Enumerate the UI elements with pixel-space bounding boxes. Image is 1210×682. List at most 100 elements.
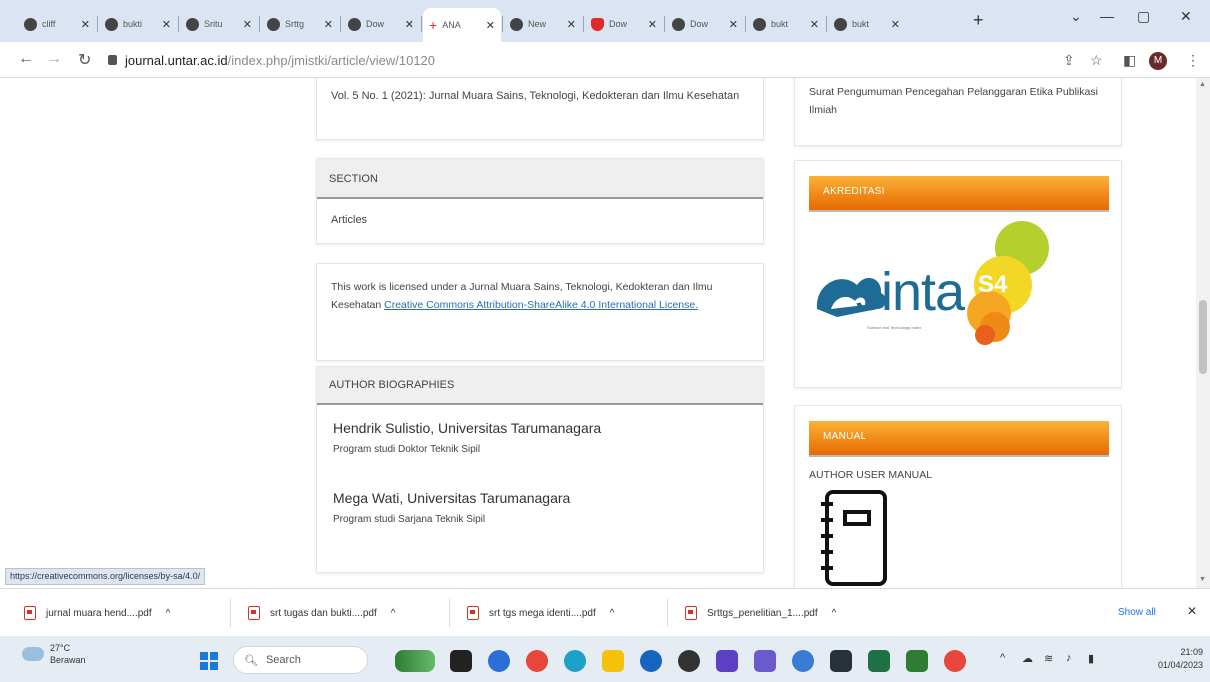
browser-tab[interactable]: cliff ✕ (18, 9, 96, 39)
download-item[interactable]: Srttgs_penelitian_1....pdf ^ (685, 601, 836, 625)
browser-tab[interactable]: bukt ✕ (747, 9, 825, 39)
taskbar-app-icon[interactable] (906, 650, 928, 672)
tab-divider (583, 16, 584, 32)
profile-avatar[interactable]: M (1149, 52, 1167, 70)
chevron-up-icon[interactable]: ^ (391, 608, 396, 619)
close-tab-icon[interactable]: ✕ (81, 18, 90, 31)
author-bios-heading: AUTHOR BIOGRAPHIES (317, 367, 763, 405)
download-filename: srt tugas dan bukti....pdf (270, 607, 377, 619)
back-icon[interactable]: ← (18, 50, 34, 68)
license-link[interactable]: Creative Commons Attribution-ShareAlike … (384, 299, 698, 311)
taskbar-app-icon[interactable] (716, 650, 738, 672)
notebook-icon[interactable] (819, 490, 889, 588)
globe-icon (105, 17, 118, 31)
taskbar-app-icon[interactable] (395, 650, 435, 672)
tab-divider (259, 16, 260, 32)
search-icon: 🔍︎ (244, 654, 258, 667)
page-scrollbar[interactable]: ▲ ▼ (1196, 78, 1210, 588)
side-panel-icon[interactable]: ◧ (1123, 52, 1136, 69)
close-tab-icon[interactable]: ✕ (243, 18, 252, 31)
taskbar-app-icon[interactable] (488, 650, 510, 672)
forward-icon[interactable]: → (46, 50, 62, 68)
download-item[interactable]: srt tgs mega identi....pdf ^ (467, 601, 614, 625)
battery-icon[interactable]: ▮ (1088, 652, 1094, 665)
close-tab-icon[interactable]: ✕ (648, 18, 657, 31)
close-tab-icon[interactable]: ✕ (729, 18, 738, 31)
menu-kebab-icon[interactable]: ⋮ (1186, 52, 1200, 69)
download-filename: Srttgs_penelitian_1....pdf (707, 607, 818, 619)
taskbar-app-icon[interactable] (640, 650, 662, 672)
weather-widget[interactable]: 27°C Berawan (22, 642, 86, 666)
show-all-downloads-button[interactable]: Show all (1118, 607, 1156, 618)
browser-tab[interactable]: Srttg ✕ (261, 9, 339, 39)
restore-icon[interactable]: ▢ (1137, 8, 1150, 25)
taskbar-app-icon[interactable] (830, 650, 852, 672)
teams-icon[interactable] (754, 650, 776, 672)
close-window-icon[interactable]: ✕ (1180, 8, 1192, 25)
author-name: Mega Wati, Universitas Tarumanagara (333, 490, 571, 506)
browser-tab[interactable]: bukt ✕ (828, 9, 906, 39)
wifi-icon[interactable]: ≋ (1044, 652, 1053, 665)
chrome-icon[interactable] (944, 650, 966, 672)
scroll-down-icon[interactable]: ▼ (1199, 576, 1206, 583)
close-tab-icon[interactable]: ✕ (162, 18, 171, 31)
system-clock[interactable]: 21:09 01/04/2023 (1158, 646, 1203, 672)
close-tab-icon[interactable]: ✕ (810, 18, 819, 31)
taskbar-search-placeholder: Search (265, 654, 301, 666)
volume-icon[interactable]: ♪ (1066, 652, 1072, 664)
scroll-thumb[interactable] (1199, 300, 1207, 374)
browser-tab[interactable]: bukti ✕ (99, 9, 177, 39)
browser-tab[interactable]: Dow ✕ (585, 9, 663, 39)
announcement-link[interactable]: Surat Pengumuman Pencegahan Pelanggaran … (809, 83, 1107, 119)
browser-tab[interactable]: + ANA ✕ (423, 8, 501, 42)
close-tab-icon[interactable]: ✕ (891, 18, 900, 31)
browser-tab[interactable]: Dow ✕ (666, 9, 744, 39)
issue-link[interactable]: Vol. 5 No. 1 (2021): Jurnal Muara Sains,… (331, 87, 749, 105)
chevron-up-icon[interactable]: ^ (832, 608, 837, 619)
reload-icon[interactable]: ↻ (78, 50, 91, 70)
address-bar[interactable]: journal.untar.ac.id /index.php/jmistki/a… (108, 47, 1108, 73)
tab-title: cliff (42, 19, 56, 29)
tab-divider (826, 16, 827, 32)
download-item[interactable]: jurnal muara hend....pdf ^ (24, 601, 170, 625)
bookmark-star-icon[interactable]: ☆ (1090, 52, 1103, 69)
chevron-up-icon[interactable]: ^ (1000, 652, 1005, 664)
taskbar-app-icon[interactable] (450, 650, 472, 672)
globe-icon (186, 17, 199, 31)
onedrive-icon[interactable]: ☁ (1022, 652, 1033, 665)
excel-icon[interactable] (868, 650, 890, 672)
browser-tab[interactable]: Sritu ✕ (180, 9, 258, 39)
share-icon[interactable]: ⇪ (1063, 52, 1075, 69)
new-tab-button[interactable]: + (973, 10, 984, 31)
chrome-icon[interactable] (526, 650, 548, 672)
close-tab-icon[interactable]: ✕ (567, 18, 576, 31)
taskbar-search[interactable]: 🔍︎ Search (233, 646, 368, 674)
close-download-bar-icon[interactable]: ✕ (1187, 604, 1197, 618)
author-desc: Program studi Sarjana Teknik Sipil (333, 514, 486, 525)
download-item[interactable]: srt tugas dan bukti....pdf ^ (248, 601, 395, 625)
section-value: Articles (331, 214, 368, 226)
chevron-up-icon[interactable]: ^ (610, 608, 615, 619)
link-status-url: https://creativecommons.org/licenses/by-… (5, 568, 206, 585)
sinta-logo[interactable]: sinta S4 Science and Technology Index (807, 213, 1107, 383)
tab-divider (340, 16, 341, 32)
section-card: SECTION Articles (316, 158, 764, 244)
file-explorer-icon[interactable] (602, 650, 624, 672)
minimize-icon[interactable]: — (1100, 8, 1114, 24)
close-tab-icon[interactable]: ✕ (486, 19, 495, 32)
taskbar-app-icon[interactable] (792, 650, 814, 672)
windows-start-icon[interactable] (200, 652, 218, 670)
browser-tab[interactable]: Dow ✕ (342, 9, 420, 39)
tab-title: Dow (609, 19, 628, 29)
browser-tab[interactable]: New ✕ (504, 9, 582, 39)
author-manual-label[interactable]: AUTHOR USER MANUAL (809, 466, 932, 484)
taskbar-app-icon[interactable] (678, 650, 700, 672)
scroll-up-icon[interactable]: ▲ (1199, 81, 1206, 88)
chevron-up-icon[interactable]: ^ (166, 608, 171, 619)
browser-toolbar: ← → ↻ journal.untar.ac.id /index.php/jmi… (0, 42, 1210, 78)
edge-icon[interactable] (564, 650, 586, 672)
tab-title: ANA (442, 20, 461, 30)
close-tab-icon[interactable]: ✕ (405, 18, 414, 31)
tab-search-icon[interactable]: ⌄ (1070, 8, 1082, 25)
close-tab-icon[interactable]: ✕ (324, 18, 333, 31)
